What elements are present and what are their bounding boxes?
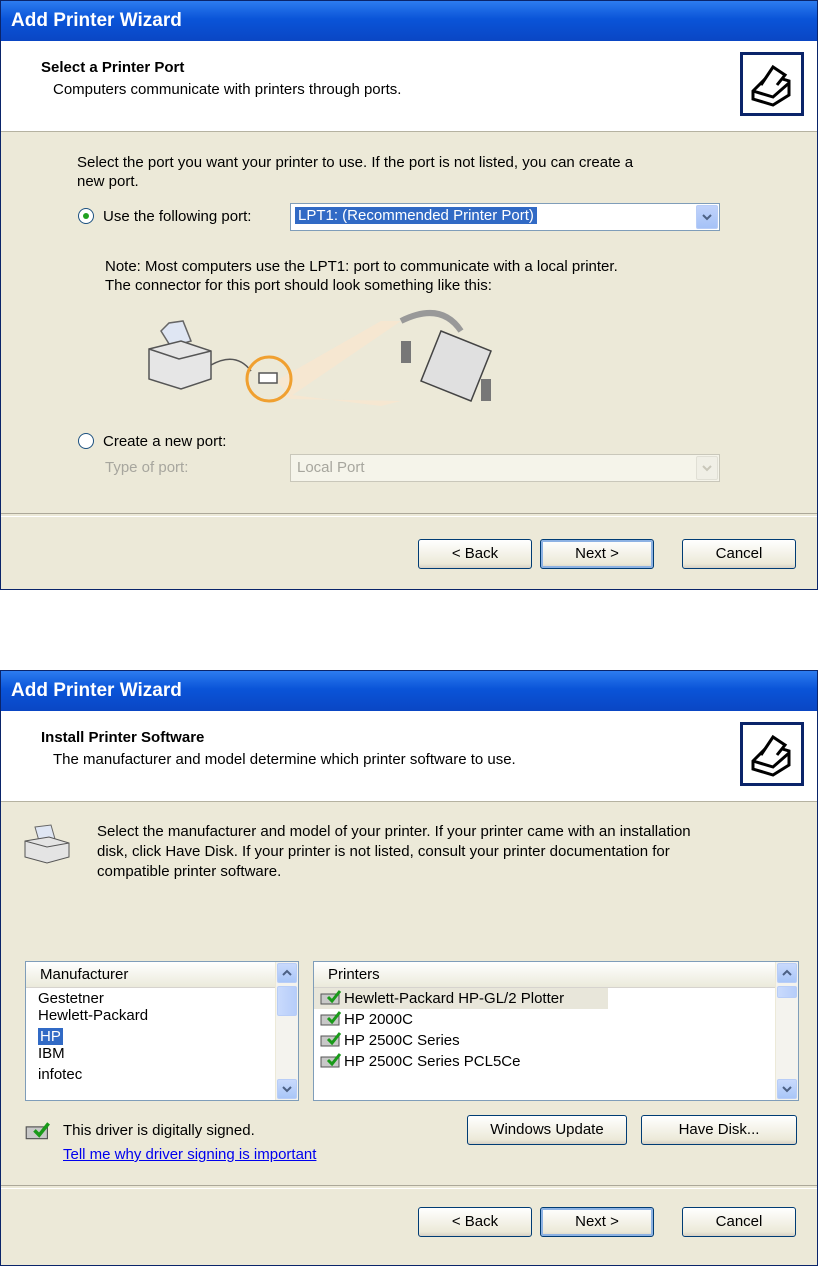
manufacturer-scrollbar[interactable]: [275, 962, 298, 1100]
window-title: Add Printer Wizard: [1, 671, 817, 711]
wizard-header: Select a Printer Port Computers communic…: [1, 41, 817, 132]
back-button[interactable]: < Back: [418, 1207, 532, 1237]
create-port-radio[interactable]: [78, 433, 94, 449]
signed-printer-icon: [320, 990, 342, 1005]
intro-text-line1: Select the port you want your printer to…: [77, 154, 634, 171]
scroll-down-icon[interactable]: [777, 1079, 797, 1099]
port-select-value: LPT1: (Recommended Printer Port): [294, 206, 538, 225]
windows-update-button[interactable]: Windows Update: [467, 1115, 627, 1145]
use-port-label[interactable]: Use the following port:: [103, 207, 251, 226]
list-item[interactable]: IBM: [26, 1043, 298, 1064]
back-button[interactable]: < Back: [418, 539, 532, 569]
printer-icon: [24, 824, 70, 864]
footer-divider: [1, 1185, 817, 1189]
list-item[interactable]: infotec: [26, 1064, 298, 1085]
scroll-thumb[interactable]: [777, 986, 797, 998]
driver-signing-link[interactable]: Tell me why driver signing is important: [63, 1145, 316, 1164]
driver-signed-icon: [25, 1122, 50, 1140]
chevron-down-icon[interactable]: [696, 205, 718, 229]
intro-text-line1: Select the manufacturer and model of you…: [97, 823, 691, 840]
list-item-selected[interactable]: Hewlett-Packard HP-GL/2 Plotter: [314, 988, 608, 1009]
install-software-dialog: Add Printer Wizard Install Printer Softw…: [0, 670, 818, 1266]
footer-divider: [1, 513, 817, 517]
window-title: Add Printer Wizard: [1, 1, 817, 41]
manufacturer-header: Manufacturer: [26, 962, 276, 988]
printers-header: Printers: [314, 962, 776, 988]
printers-scrollbar[interactable]: [775, 962, 798, 1100]
port-type-value: Local Port: [297, 459, 365, 476]
port-type-select[interactable]: Local Port: [290, 454, 720, 482]
scroll-down-icon[interactable]: [277, 1079, 297, 1099]
printer-wizard-icon: [740, 52, 804, 116]
list-item[interactable]: Hewlett-Packard: [26, 1005, 298, 1026]
signed-printer-icon: [320, 1053, 342, 1068]
have-disk-button[interactable]: Have Disk...: [641, 1115, 797, 1145]
header-subtitle: Computers communicate with printers thro…: [53, 81, 402, 98]
manufacturer-list[interactable]: Manufacturer Gestetner Hewlett-Packard H…: [25, 961, 299, 1101]
chevron-down-icon[interactable]: [696, 456, 718, 480]
cancel-button[interactable]: Cancel: [682, 1207, 796, 1237]
intro-text-line3: compatible printer software.: [97, 863, 282, 880]
scroll-up-icon[interactable]: [277, 963, 297, 983]
header-title: Select a Printer Port: [41, 59, 185, 76]
signed-printer-icon: [320, 1011, 342, 1026]
driver-signed-text: This driver is digitally signed.: [63, 1122, 255, 1139]
cancel-button[interactable]: Cancel: [682, 539, 796, 569]
create-port-label[interactable]: Create a new port:: [103, 432, 226, 451]
signed-printer-icon: [320, 1032, 342, 1047]
list-item[interactable]: HP 2500C Series: [314, 1030, 798, 1051]
use-port-radio[interactable]: [78, 208, 94, 224]
lpt-connector-illustration: [148, 310, 492, 406]
type-of-port-label: Type of port:: [105, 459, 189, 476]
header-subtitle: The manufacturer and model determine whi…: [53, 751, 516, 768]
port-select[interactable]: LPT1: (Recommended Printer Port): [290, 203, 720, 231]
note-line2: The connector for this port should look …: [105, 277, 492, 294]
printer-wizard-icon: [740, 722, 804, 786]
note-line1: Note: Most computers use the LPT1: port …: [105, 258, 618, 275]
intro-text-line2: disk, click Have Disk. If your printer i…: [97, 843, 670, 860]
next-button[interactable]: Next >: [540, 539, 654, 569]
next-button[interactable]: Next >: [540, 1207, 654, 1237]
scroll-thumb[interactable]: [277, 986, 297, 1016]
printers-list[interactable]: Printers Hewlett-Packard HP-GL/2 Plotter…: [313, 961, 799, 1101]
list-item[interactable]: HP 2500C Series PCL5Ce: [314, 1051, 798, 1072]
header-title: Install Printer Software: [41, 729, 205, 746]
wizard-header: Install Printer Software The manufacture…: [1, 711, 817, 802]
intro-text-line2: new port.: [77, 173, 139, 190]
select-port-dialog: Add Printer Wizard Select a Printer Port…: [0, 0, 818, 590]
list-item[interactable]: HP 2000C: [314, 1009, 798, 1030]
scroll-up-icon[interactable]: [777, 963, 797, 983]
